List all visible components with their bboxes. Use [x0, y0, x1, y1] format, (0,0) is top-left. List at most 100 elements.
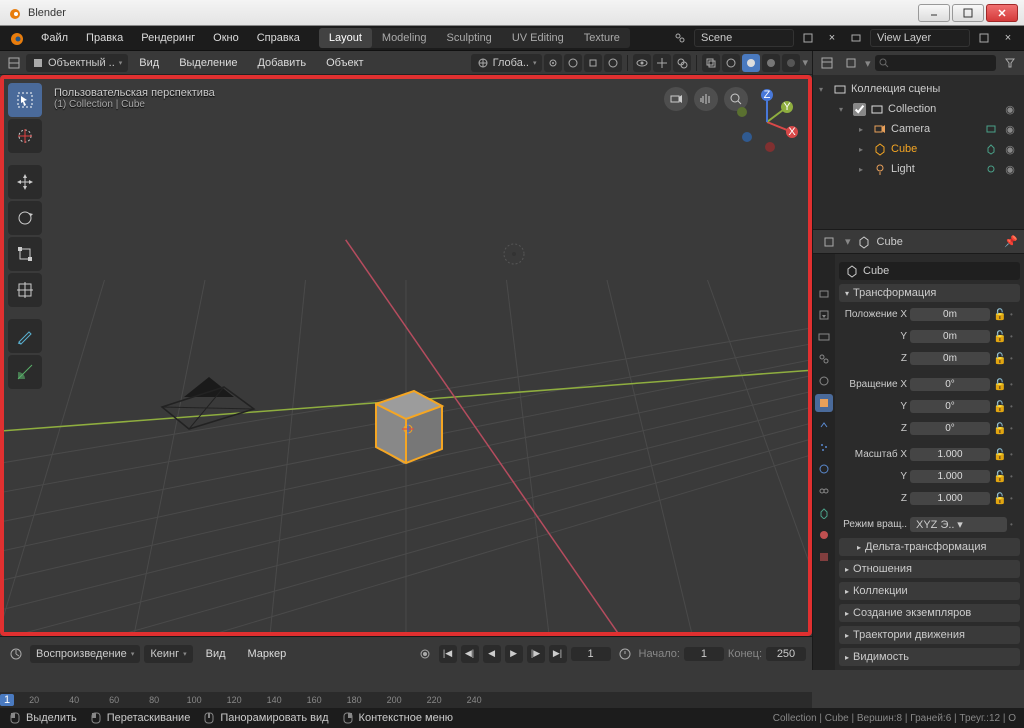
scale-x[interactable]: 1.000	[910, 448, 990, 461]
transform-tool[interactable]	[8, 273, 42, 307]
ptab-material[interactable]	[815, 526, 833, 544]
lock-icon[interactable]: 🔓	[993, 308, 1007, 321]
keyframe-prev-icon[interactable]: ◀|	[461, 645, 479, 663]
axis-gizmo[interactable]: X Y Z	[732, 87, 802, 157]
start-frame[interactable]: 1	[684, 647, 724, 661]
current-frame[interactable]: 1	[571, 647, 611, 661]
clock-icon[interactable]	[615, 644, 635, 664]
keyframe-next-icon[interactable]: |▶	[527, 645, 545, 663]
proportional-icon[interactable]	[604, 54, 622, 72]
tree-cube[interactable]: ▸ Cube ◉	[859, 139, 1018, 159]
lock-icon[interactable]: 🔓	[993, 448, 1007, 461]
viewlayer-delete-icon[interactable]: ×	[998, 28, 1018, 48]
snap-target-icon[interactable]	[584, 54, 602, 72]
3d-viewport[interactable]: Пользовательская перспектива (1) Collect…	[0, 75, 812, 636]
ptab-physics[interactable]	[815, 460, 833, 478]
timeline-marker[interactable]: Маркер	[239, 644, 296, 664]
timeline-view[interactable]: Вид	[197, 644, 235, 664]
ptab-modifier[interactable]	[815, 416, 833, 434]
ptab-output[interactable]	[815, 306, 833, 324]
move-tool[interactable]	[8, 165, 42, 199]
tab-sculpting[interactable]: Sculpting	[437, 28, 502, 48]
menu-window[interactable]: Окно	[204, 28, 248, 48]
tab-modeling[interactable]: Modeling	[372, 28, 437, 48]
menu-render[interactable]: Рендеринг	[132, 28, 204, 48]
outliner-search[interactable]	[875, 55, 996, 71]
props-editor-icon[interactable]	[819, 232, 839, 252]
ptab-particle[interactable]	[815, 438, 833, 456]
tree-collection[interactable]: ▾ Collection ◉	[839, 99, 1018, 119]
viewlayer-new-icon[interactable]	[974, 28, 994, 48]
pin-icon[interactable]: 📌	[1004, 235, 1018, 248]
menu-file[interactable]: Файл	[32, 28, 77, 48]
viewlayer-browse-icon[interactable]	[846, 28, 866, 48]
eye-icon[interactable]: ◉	[1002, 103, 1018, 116]
measure-tool[interactable]	[8, 355, 42, 389]
blender-logo-icon[interactable]	[4, 26, 28, 50]
rotation-mode[interactable]: XYZ Э.. ▾	[910, 517, 1007, 532]
scale-z[interactable]: 1.000	[910, 492, 990, 505]
eye-icon[interactable]: ◉	[1002, 143, 1018, 156]
play-reverse-icon[interactable]: ◀	[483, 645, 501, 663]
eye-icon[interactable]: ◉	[1002, 163, 1018, 176]
tree-scene-collection[interactable]: ▾ Коллекция сцены	[819, 79, 1018, 99]
shading-material-icon[interactable]	[762, 54, 780, 72]
shading-rendered-icon[interactable]	[782, 54, 800, 72]
tab-uv[interactable]: UV Editing	[502, 28, 574, 48]
playback-dropdown[interactable]: Воспроизведение▾	[30, 645, 140, 663]
rot-z[interactable]: 0°	[910, 422, 990, 435]
lock-icon[interactable]: 🔓	[993, 352, 1007, 365]
orientation-dropdown[interactable]: Глоба..▾	[471, 54, 543, 72]
panel-instancing[interactable]: ▸Создание экземпляров	[839, 604, 1020, 622]
tab-layout[interactable]: Layout	[319, 28, 372, 48]
mode-dropdown[interactable]: Объектный ..▾	[26, 54, 128, 72]
loc-y[interactable]: 0m	[910, 330, 990, 343]
panel-delta[interactable]: ▸Дельта-трансформация	[839, 538, 1020, 556]
loc-z[interactable]: 0m	[910, 352, 990, 365]
cube-mesh[interactable]	[364, 379, 454, 474]
cursor-tool[interactable]	[8, 119, 42, 153]
lock-icon[interactable]: 🔓	[993, 470, 1007, 483]
viewport-menu-object[interactable]: Объект	[317, 53, 372, 73]
ptab-world[interactable]	[815, 372, 833, 390]
lock-icon[interactable]: 🔓	[993, 400, 1007, 413]
lock-icon[interactable]: 🔓	[993, 378, 1007, 391]
scale-tool[interactable]	[8, 237, 42, 271]
lock-icon[interactable]: 🔓	[993, 492, 1007, 505]
play-icon[interactable]: ▶	[505, 645, 523, 663]
playhead[interactable]: 1	[0, 694, 14, 706]
ptab-viewlayer[interactable]	[815, 328, 833, 346]
close-button[interactable]	[986, 4, 1018, 22]
end-frame[interactable]: 250	[766, 647, 806, 661]
editor-type-icon[interactable]	[4, 53, 24, 73]
camera-gizmo[interactable]	[154, 369, 264, 439]
eye-icon[interactable]: ◉	[1002, 123, 1018, 136]
tree-light[interactable]: ▸ Light ◉	[859, 159, 1018, 179]
panel-collections[interactable]: ▸Коллекции	[839, 582, 1020, 600]
gizmo-icon[interactable]	[653, 54, 671, 72]
object-visibility-icon[interactable]	[633, 54, 651, 72]
scene-browse-icon[interactable]	[670, 28, 690, 48]
menu-edit[interactable]: Правка	[77, 28, 132, 48]
rotate-tool[interactable]	[8, 201, 42, 235]
timeline-editor-icon[interactable]	[6, 644, 26, 664]
panel-visibility[interactable]: ▸Видимость	[839, 648, 1020, 666]
shading-wireframe-icon[interactable]	[722, 54, 740, 72]
scene-name-input[interactable]: Scene	[694, 29, 794, 47]
display-mode-icon[interactable]	[841, 53, 861, 73]
overlays-icon[interactable]	[673, 54, 691, 72]
lock-icon[interactable]: 🔓	[993, 330, 1007, 343]
outliner-editor-icon[interactable]	[817, 53, 837, 73]
snap-icon[interactable]	[564, 54, 582, 72]
jump-start-icon[interactable]: |◀	[439, 645, 457, 663]
panel-transform[interactable]: ▾Трансформация	[839, 284, 1020, 302]
viewport-menu-add[interactable]: Добавить	[248, 53, 315, 73]
pivot-icon[interactable]	[544, 54, 562, 72]
xray-icon[interactable]	[702, 54, 720, 72]
timeline-ruler[interactable]: 1 20 40 60 80 100 120 140 160 180 200 22…	[0, 692, 812, 708]
maximize-button[interactable]	[952, 4, 984, 22]
object-name-field[interactable]: Cube	[839, 262, 1020, 280]
annotate-tool[interactable]	[8, 319, 42, 353]
keying-dropdown[interactable]: Кеинг▾	[144, 645, 192, 663]
scene-new-icon[interactable]	[798, 28, 818, 48]
